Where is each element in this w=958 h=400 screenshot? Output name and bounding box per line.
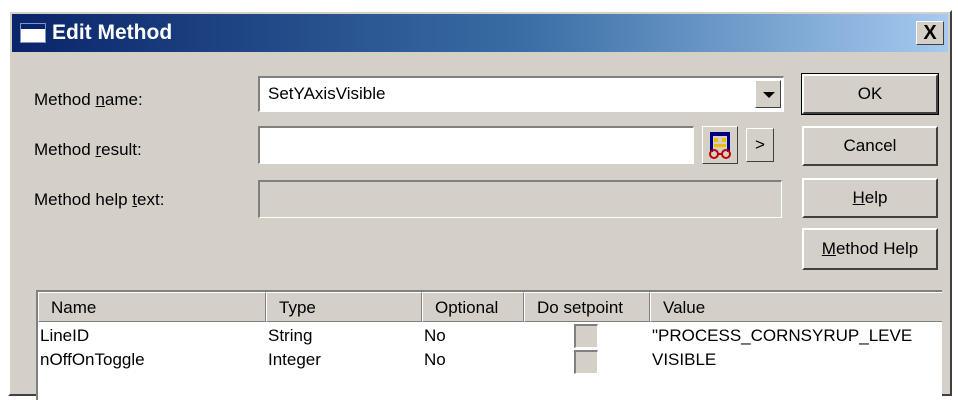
method-name-value: SetYAxisVisible <box>268 84 386 103</box>
label-accelerator: n <box>95 90 105 109</box>
column-header-optional[interactable]: Optional <box>422 292 524 322</box>
row-2-optional[interactable]: No <box>424 350 446 370</box>
label-text: Method help <box>34 190 133 209</box>
label-text: Method <box>34 90 96 109</box>
tag-browser-icon <box>709 132 731 159</box>
row-1-do-setpoint-checkbox[interactable] <box>574 324 598 348</box>
label-text: ame: <box>104 90 143 109</box>
ok-button[interactable]: OK <box>801 73 939 115</box>
parameters-grid[interactable]: Name Type Optional Do setpoint Value Lin… <box>36 290 942 400</box>
row-1-optional[interactable]: No <box>424 326 446 346</box>
tag-browser-button[interactable] <box>702 126 738 164</box>
method-help-text-label: Method help text: <box>34 190 164 210</box>
label-text: Method <box>34 140 96 159</box>
method-name-dropdown[interactable]: SetYAxisVisible <box>258 76 784 112</box>
method-result-label: Method result: <box>34 140 142 160</box>
edit-method-dialog: Edit Method X Method name: SetYAxisVisib… <box>8 10 952 400</box>
method-help-label: ethod Help <box>835 239 919 258</box>
close-button[interactable]: X <box>916 21 944 45</box>
help-button[interactable]: Help <box>802 178 938 218</box>
column-header-type[interactable]: Type <box>266 292 422 322</box>
arrow-menu-button[interactable]: > <box>746 128 774 162</box>
help-label: elp <box>864 188 888 207</box>
row-1-name[interactable]: LineID <box>40 326 89 346</box>
row-2-value[interactable]: VISIBLE <box>652 350 942 370</box>
row-2-type[interactable]: Integer <box>268 350 321 370</box>
label-text: ext: <box>137 190 165 209</box>
window-title: Edit Method <box>52 21 173 44</box>
label-text: esult: <box>101 140 142 159</box>
row-1-type[interactable]: String <box>268 326 312 346</box>
row-1-value[interactable]: "PROCESS_CORNSYRUP_LEVE <box>652 326 942 346</box>
column-header-value[interactable]: Value <box>650 292 942 322</box>
title-bar[interactable]: Edit Method X <box>12 14 948 52</box>
method-help-text-field <box>258 180 782 218</box>
chevron-down-icon[interactable] <box>755 80 781 108</box>
column-header-name[interactable]: Name <box>38 292 266 322</box>
method-result-input[interactable] <box>258 126 694 164</box>
method-name-label: Method name: <box>34 90 143 110</box>
help-accelerator: H <box>852 188 865 207</box>
method-help-button[interactable]: Method Help <box>802 228 938 270</box>
row-2-do-setpoint-checkbox[interactable] <box>574 350 598 374</box>
method-help-accelerator: M <box>821 239 836 258</box>
column-header-do-setpoint[interactable]: Do setpoint <box>524 292 650 322</box>
row-2-name[interactable]: nOffOnToggle <box>40 350 145 370</box>
window-icon <box>20 23 46 43</box>
cancel-button[interactable]: Cancel <box>802 126 938 166</box>
